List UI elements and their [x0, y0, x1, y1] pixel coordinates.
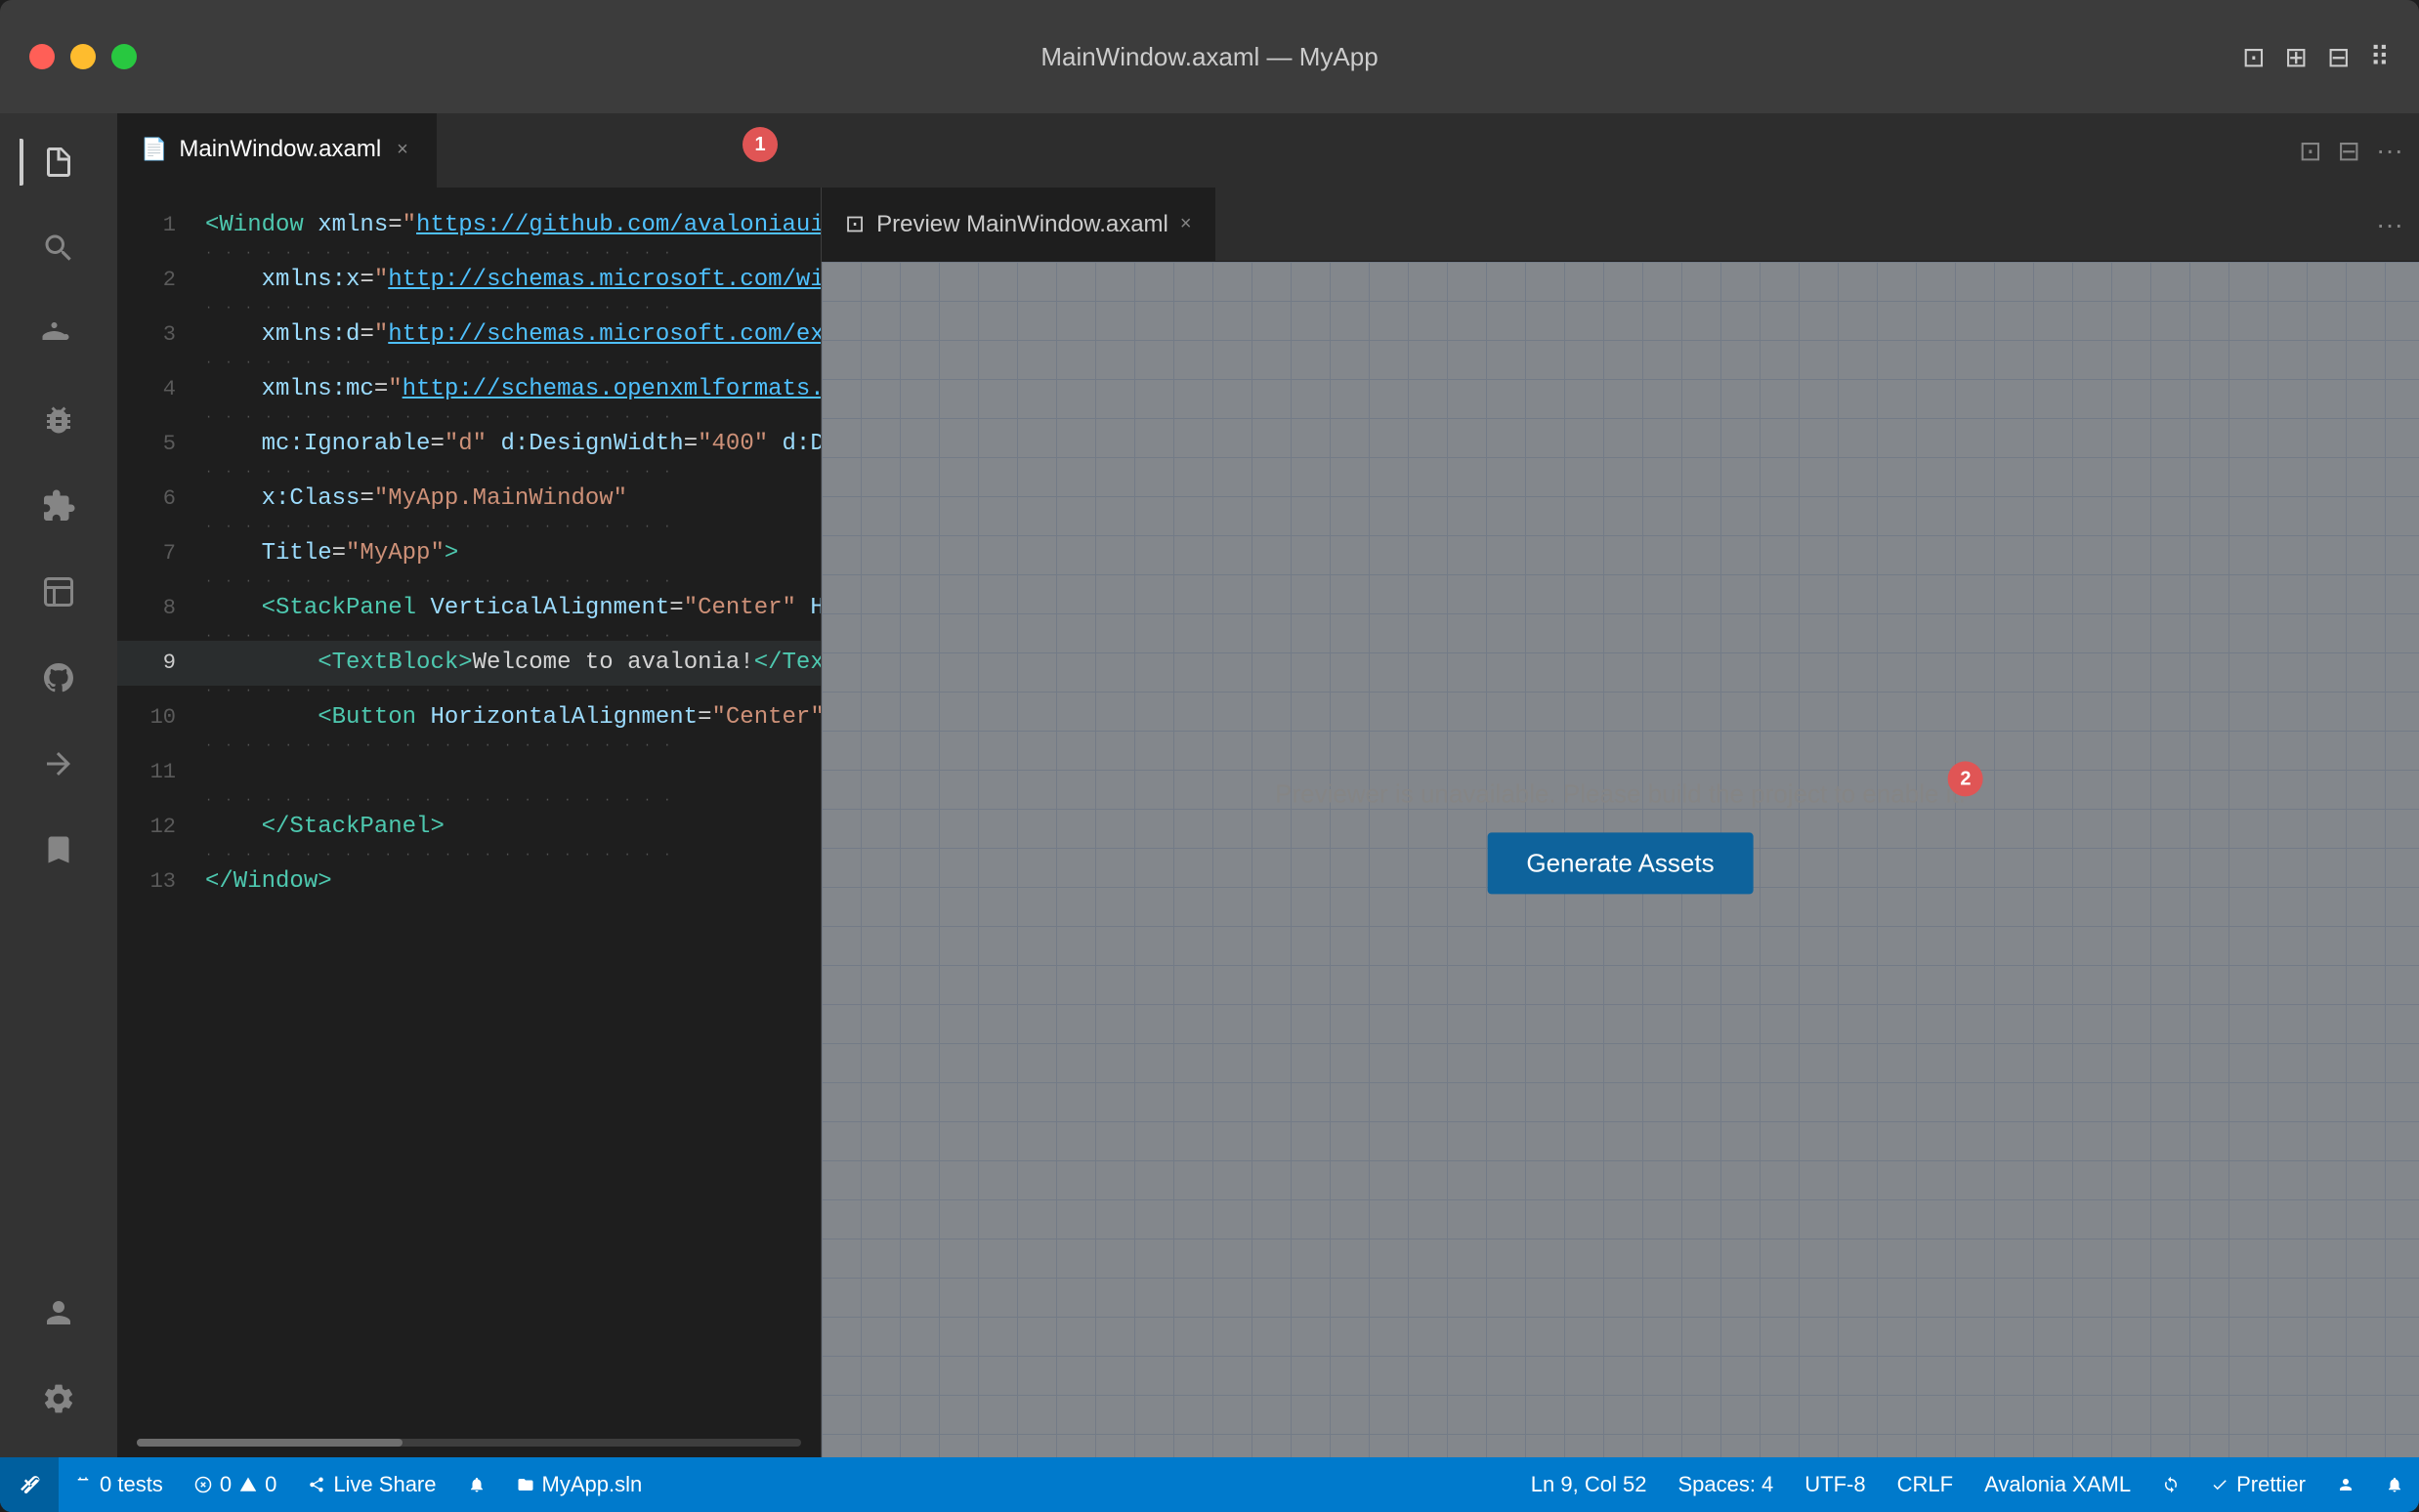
preview-notification-badge: 2: [1948, 761, 1983, 796]
titlebar-actions: ⊡ ⊞ ⊟ ⠿: [2242, 41, 2390, 73]
sidebar-item-explorer[interactable]: [20, 123, 98, 201]
preview-message-text: Previewer is unavailable. Please build t…: [1275, 778, 1966, 809]
split-right-icon[interactable]: ⊟: [2338, 135, 2360, 167]
sidebar-item-github[interactable]: [20, 639, 98, 717]
code-dots-1: · · · · · · · · · · · · · · · · · · · · …: [117, 248, 821, 258]
code-dots-6: · · · · · · · · · · · · · · · · · · · · …: [117, 522, 821, 531]
tab-mainwindow-axaml[interactable]: 📄 MainWindow.axaml ×: [117, 113, 437, 188]
preview-content: Previewer is unavailable. Please build t…: [822, 262, 2419, 1457]
sidebar-item-extensions[interactable]: [20, 467, 98, 545]
tab-bar: 📄 MainWindow.axaml × ⊡ ⊟ ··· 1: [117, 113, 2419, 188]
traffic-lights: [29, 44, 137, 69]
xml-file-icon: 📄: [141, 137, 167, 162]
live-share-item[interactable]: Live Share: [292, 1457, 451, 1512]
warnings-label: 0: [265, 1472, 276, 1497]
preview-panel: ⊡ Preview MainWindow.axaml × ··· Preview…: [821, 188, 2419, 1457]
activity-bar-top: [20, 123, 98, 1274]
code-dots-3: · · · · · · · · · · · · · · · · · · · · …: [117, 357, 821, 367]
tab-notification-badge: 1: [743, 127, 778, 162]
code-dots-10: · · · · · · · · · · · · · · · · · · · · …: [117, 740, 821, 750]
activity-bar: [0, 113, 117, 1457]
cursor-position-label: Ln 9, Col 52: [1531, 1472, 1647, 1497]
preview-more-actions-icon[interactable]: ···: [2376, 209, 2403, 240]
sidebar-item-settings[interactable]: [20, 1360, 98, 1438]
scrollbar-track: [137, 1439, 801, 1447]
preview-tab-actions: ···: [2360, 188, 2419, 261]
horizontal-scrollbar[interactable]: [117, 1428, 821, 1457]
preview-message: Previewer is unavailable. Please build t…: [1275, 778, 1966, 894]
tests-item[interactable]: 0 tests: [59, 1457, 179, 1512]
language-item[interactable]: Avalonia XAML: [1969, 1457, 2146, 1512]
tests-label: 0 tests: [100, 1472, 163, 1497]
live-share-label: Live Share: [333, 1472, 436, 1497]
eol-item[interactable]: CRLF: [1882, 1457, 1969, 1512]
titlebar: MainWindow.axaml — MyApp ⊡ ⊞ ⊟ ⠿: [0, 0, 2419, 113]
code-dots-11: · · · · · · · · · · · · · · · · · · · · …: [117, 795, 821, 805]
maximize-button[interactable]: [111, 44, 137, 69]
code-editor[interactable]: 1 <Window xmlns="https://github.com/aval…: [117, 188, 821, 1457]
prettier-item[interactable]: Prettier: [2195, 1457, 2321, 1512]
vscode-menu-icon[interactable]: [0, 1457, 59, 1512]
errors-item[interactable]: 0 0: [179, 1457, 293, 1512]
indentation-label: Spaces: 4: [1677, 1472, 1773, 1497]
errors-label: 0: [220, 1472, 232, 1497]
encoding-item[interactable]: UTF-8: [1789, 1457, 1881, 1512]
tab-bar-actions: ⊡ ⊟ ···: [2283, 113, 2419, 188]
indentation-item[interactable]: Spaces: 4: [1662, 1457, 1789, 1512]
tab-label: MainWindow.axaml: [179, 136, 381, 163]
preview-tab-bar: ⊡ Preview MainWindow.axaml × ···: [822, 188, 2419, 262]
cursor-position-item[interactable]: Ln 9, Col 52: [1515, 1457, 1663, 1512]
sidebar-item-bookmark[interactable]: [20, 811, 98, 889]
preview-tab-label: Preview MainWindow.axaml: [876, 211, 1168, 238]
code-dots-4: · · · · · · · · · · · · · · · · · · · · …: [117, 412, 821, 422]
split-editor-icon[interactable]: ⊡: [2242, 41, 2265, 73]
prettier-label: Prettier: [2236, 1472, 2306, 1497]
window-title: MainWindow.axaml — MyApp: [1040, 42, 1378, 72]
tab-close-button[interactable]: ×: [393, 135, 412, 165]
editors-split: 1 <Window xmlns="https://github.com/aval…: [117, 188, 2419, 1457]
sidebar-item-source-control[interactable]: [20, 295, 98, 373]
preview-icon: ⊡: [845, 210, 865, 238]
activity-bar-bottom: [20, 1274, 98, 1457]
code-dots-5: · · · · · · · · · · · · · · · · · · · · …: [117, 467, 821, 477]
minimize-button[interactable]: [70, 44, 96, 69]
project-label: MyApp.sln: [542, 1472, 643, 1497]
sidebar-item-debug[interactable]: [20, 381, 98, 459]
code-dots-7: · · · · · · · · · · · · · · · · · · · · …: [117, 576, 821, 586]
layout-icon[interactable]: ⊞: [2285, 41, 2308, 73]
notification-bell-item[interactable]: [452, 1457, 501, 1512]
sidebar-item-account[interactable]: [20, 1274, 98, 1352]
project-item[interactable]: MyApp.sln: [501, 1457, 658, 1512]
eol-label: CRLF: [1897, 1472, 1953, 1497]
preview-tab-close-button[interactable]: ×: [1180, 213, 1192, 235]
account-status-item[interactable]: [2321, 1457, 2370, 1512]
status-bar-left: 0 tests 0 0 Live Share MyApp.sln: [0, 1457, 658, 1512]
sidebar-item-search[interactable]: [20, 209, 98, 287]
panel-icon[interactable]: ⊟: [2327, 41, 2350, 73]
window: MainWindow.axaml — MyApp ⊡ ⊞ ⊟ ⠿: [0, 0, 2419, 1512]
code-dots-2: · · · · · · · · · · · · · · · · · · · · …: [117, 303, 821, 313]
more-actions-icon[interactable]: ···: [2376, 135, 2403, 166]
language-label: Avalonia XAML: [1984, 1472, 2131, 1497]
status-bar: 0 tests 0 0 Live Share MyApp.sln Ln: [0, 1457, 2419, 1512]
sync-item[interactable]: [2146, 1457, 2195, 1512]
notification-item[interactable]: [2370, 1457, 2419, 1512]
sidebar-item-remote[interactable]: [20, 553, 98, 631]
code-content: 1 <Window xmlns="https://github.com/aval…: [117, 188, 821, 1428]
scrollbar-thumb[interactable]: [137, 1439, 403, 1447]
generate-assets-button[interactable]: Generate Assets: [1487, 832, 1753, 894]
split-down-icon[interactable]: ⊡: [2299, 135, 2321, 167]
tab-preview[interactable]: ⊡ Preview MainWindow.axaml ×: [822, 188, 1215, 261]
code-dots-8: · · · · · · · · · · · · · · · · · · · · …: [117, 631, 821, 641]
sidebar-item-run[interactable]: [20, 725, 98, 803]
close-button[interactable]: [29, 44, 55, 69]
status-bar-right: Ln 9, Col 52 Spaces: 4 UTF-8 CRLF Avalon…: [1515, 1457, 2419, 1512]
code-dots-12: · · · · · · · · · · · · · · · · · · · · …: [117, 850, 821, 860]
code-dots-9: · · · · · · · · · · · · · · · · · · · · …: [117, 686, 821, 695]
encoding-label: UTF-8: [1804, 1472, 1865, 1497]
grid-icon[interactable]: ⠿: [2369, 41, 2390, 73]
main-area: 📄 MainWindow.axaml × ⊡ ⊟ ··· 1: [0, 113, 2419, 1457]
editor-area: 📄 MainWindow.axaml × ⊡ ⊟ ··· 1: [117, 113, 2419, 1457]
